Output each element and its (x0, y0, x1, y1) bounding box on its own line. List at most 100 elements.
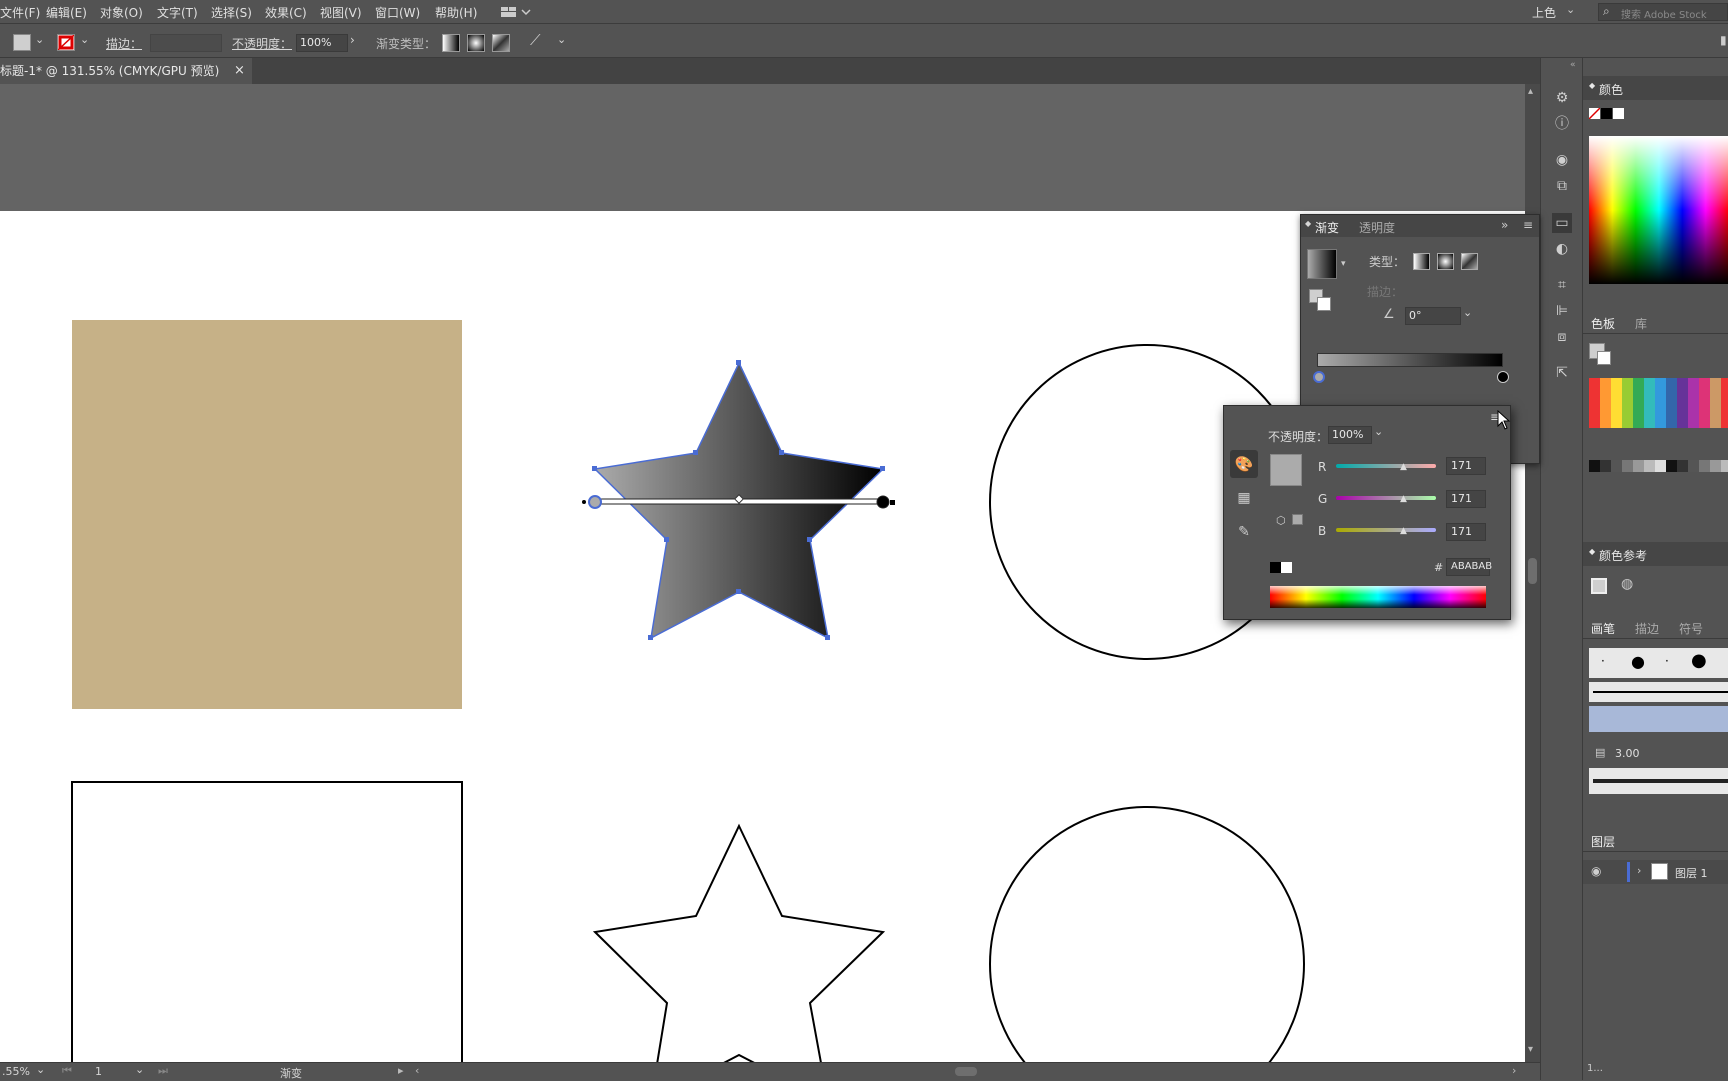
hue-spectrum-bar[interactable] (1270, 586, 1486, 608)
play-icon[interactable]: ▸ (398, 1064, 404, 1077)
chevron-down-icon[interactable]: ⌄ (557, 33, 566, 46)
slider-g[interactable] (1336, 496, 1436, 500)
grayscale-swatches[interactable] (1589, 460, 1728, 472)
menu-type[interactable]: 文字(T) (157, 4, 198, 21)
swatch-stroke-preview[interactable] (1597, 351, 1611, 365)
menu-object[interactable]: 对象(O) (100, 4, 143, 21)
close-icon[interactable]: × (234, 58, 245, 84)
first-page-icon[interactable]: ⏮ (62, 1064, 72, 1078)
square-outline[interactable] (71, 781, 463, 1062)
zoom-level[interactable]: .55% (2, 1065, 30, 1078)
menu-window[interactable]: 窗口(W) (375, 4, 420, 21)
eyedropper-icon[interactable]: ✎ (1230, 518, 1258, 546)
gradient-start-stop[interactable] (588, 495, 602, 509)
stroke-swatch[interactable] (57, 34, 75, 51)
fill-swatch[interactable] (13, 34, 31, 51)
white-swatch[interactable] (1613, 108, 1624, 119)
black-swatch[interactable] (1270, 562, 1281, 573)
gradient-stop-end[interactable] (1497, 371, 1509, 383)
arrange-documents-button[interactable] (500, 5, 532, 19)
menu-edit[interactable]: 编辑(E) (46, 4, 87, 21)
layer-row[interactable]: ◉ › 图层 1 (1583, 860, 1728, 884)
brush-line[interactable] (1589, 682, 1728, 702)
star-outline[interactable] (592, 823, 886, 1062)
gradient-stop-start[interactable] (1313, 371, 1325, 383)
menu-help[interactable]: 帮助(H) (435, 4, 477, 21)
brush-dots-row[interactable]: · ● · ● (1589, 648, 1728, 678)
chevron-down-icon[interactable]: ⌄ (36, 1063, 45, 1076)
black-swatch[interactable] (1601, 108, 1612, 119)
white-swatch[interactable] (1281, 562, 1292, 573)
swatch-grid[interactable] (1589, 378, 1728, 428)
gradient-panel-icon[interactable]: ▭ (1552, 213, 1572, 233)
color-panel-header[interactable]: ◆ 颜色 (1583, 76, 1728, 100)
gamut-swatch[interactable] (1292, 514, 1303, 525)
tan-rectangle[interactable] (72, 320, 462, 709)
chevron-down-icon[interactable]: ⌄ (80, 33, 89, 46)
tab-symbols[interactable]: 符号 (1679, 620, 1703, 637)
edit-gradient-icon[interactable]: ⟋ (530, 31, 541, 49)
appearance-icon[interactable]: ◉ (1552, 150, 1572, 170)
slider-b-thumb[interactable]: ▲ (1400, 526, 1407, 536)
chevron-down-icon[interactable]: ⌄ (35, 33, 44, 46)
expand-chevron-icon[interactable]: › (1637, 864, 1641, 877)
eye-icon[interactable]: ◉ (1591, 864, 1601, 878)
brush-pattern[interactable] (1589, 706, 1728, 732)
color-guide-base-swatch[interactable] (1591, 578, 1607, 594)
none-color-swatch[interactable] (1589, 108, 1600, 119)
input-r[interactable]: 171 (1446, 457, 1486, 475)
pathfinder-icon[interactable]: ⧈ (1552, 327, 1572, 347)
gradient-end-stop[interactable] (876, 495, 890, 509)
input-g[interactable]: 171 (1446, 490, 1486, 508)
panel-menu-icon[interactable]: ≡ (1523, 218, 1533, 232)
stroke-weight-input[interactable] (150, 34, 222, 52)
horizontal-scrollbar-thumb[interactable] (955, 1067, 977, 1076)
tab-layers[interactable]: 图层 (1591, 833, 1615, 850)
swatches-icon[interactable]: ▦ (1230, 484, 1258, 512)
tab-stroke[interactable]: 描边 (1635, 620, 1659, 637)
chevron-down-icon[interactable]: ⌄ (1374, 425, 1383, 438)
collapse-icon[interactable]: « (1570, 60, 1576, 70)
chevron-down-icon[interactable]: ⌄ (135, 1063, 144, 1076)
linear-type-button[interactable] (1413, 253, 1430, 270)
gear-icon[interactable]: ⚙ (1552, 88, 1572, 108)
expand-icon[interactable]: » (1501, 218, 1508, 232)
chevron-right-icon[interactable]: › (350, 33, 355, 47)
freeform-type-button[interactable] (1461, 253, 1478, 270)
transform-icon[interactable]: ⧉ (1552, 176, 1572, 196)
tab-libraries[interactable]: 库 (1635, 315, 1647, 332)
tab-gradient[interactable]: 渐变 (1315, 219, 1339, 236)
menu-select[interactable]: 选择(S) (211, 4, 252, 21)
color-mixer-icon[interactable]: 🎨 (1230, 450, 1258, 478)
page-number[interactable]: 1 (95, 1065, 102, 1078)
layer-name[interactable]: 图层 1 (1675, 865, 1708, 881)
export-icon[interactable]: ⇱ (1552, 363, 1572, 383)
gradient-stroke-box[interactable] (1317, 297, 1331, 311)
color-spectrum[interactable] (1589, 136, 1728, 284)
slider-b[interactable] (1336, 528, 1436, 532)
color-wheel-icon[interactable]: ◍ (1621, 576, 1633, 592)
artboard-icon[interactable]: ⌗ (1552, 275, 1572, 295)
align-icon[interactable]: ⊫ (1552, 301, 1572, 321)
transparency-icon[interactable]: ◐ (1552, 239, 1572, 259)
input-b[interactable]: 171 (1446, 523, 1486, 541)
workspace-switcher[interactable]: 上色 (1532, 4, 1556, 21)
radial-type-button[interactable] (1437, 253, 1454, 270)
tab-swatches[interactable]: 色板 (1591, 315, 1615, 332)
color-guide-header[interactable]: ◆ 颜色参考 (1583, 542, 1728, 566)
tab-brushes[interactable]: 画笔 (1591, 620, 1615, 637)
linear-gradient-button[interactable] (442, 34, 460, 52)
radial-gradient-button[interactable] (467, 34, 485, 52)
menu-view[interactable]: 视图(V) (320, 4, 362, 21)
circle-outline-bottom[interactable] (989, 806, 1305, 1062)
gradient-slider[interactable] (1317, 353, 1503, 367)
freeform-gradient-button[interactable] (492, 34, 510, 52)
slider-r[interactable] (1336, 464, 1436, 468)
panel-menu-icon[interactable]: ▮ (1720, 33, 1727, 47)
scroll-left-icon[interactable]: ‹ (415, 1064, 419, 1077)
scroll-up-icon[interactable]: ▴ (1528, 86, 1533, 97)
menu-effect[interactable]: 效果(C) (265, 4, 307, 21)
brush-charcoal[interactable] (1589, 768, 1728, 794)
scrollbar-thumb[interactable] (1528, 558, 1537, 584)
tab-transparency[interactable]: 透明度 (1359, 219, 1395, 236)
